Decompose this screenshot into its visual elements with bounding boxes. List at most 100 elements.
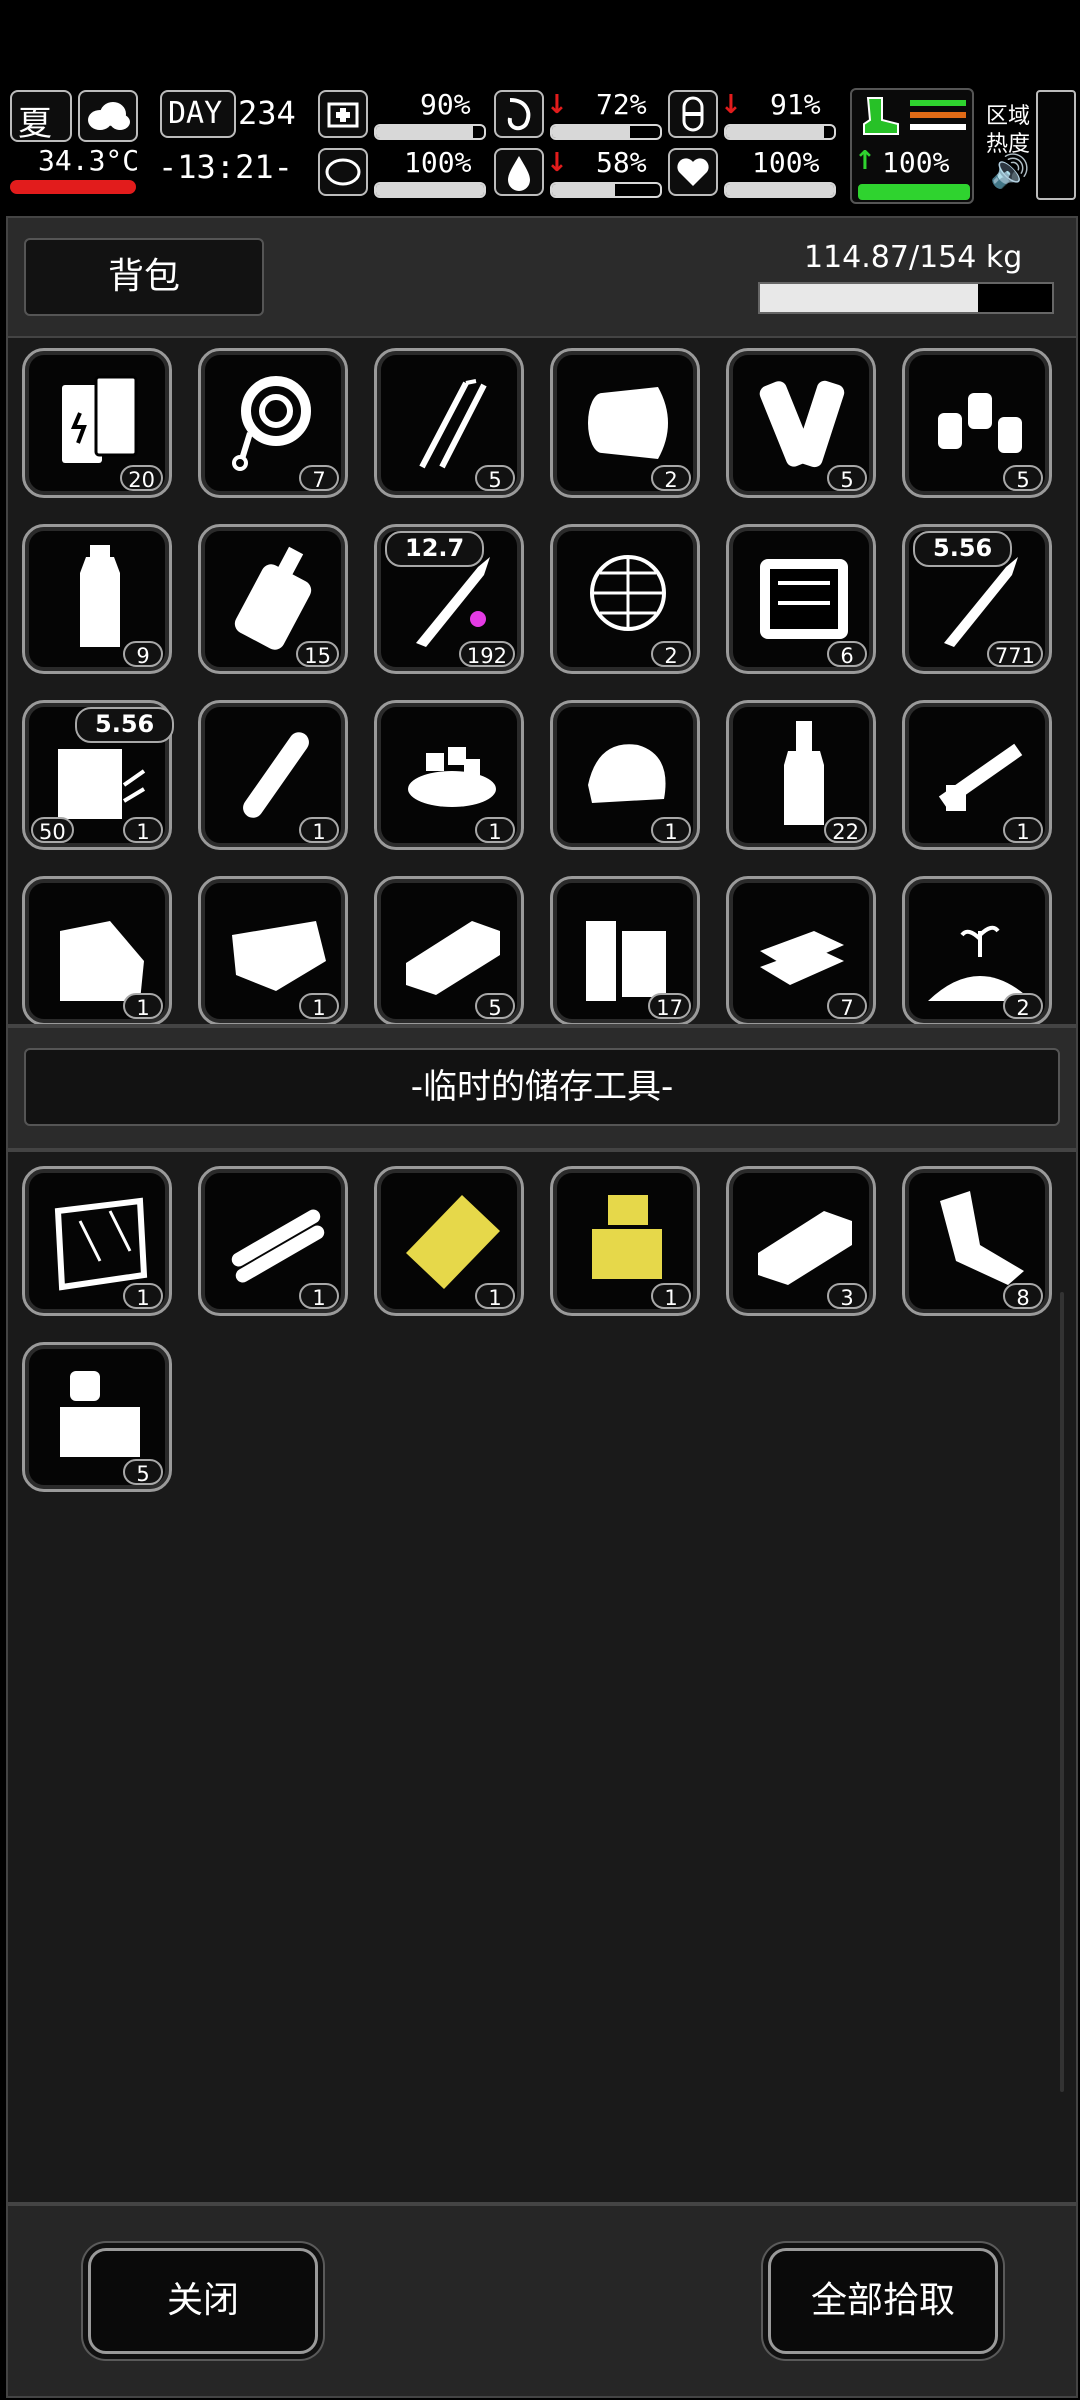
- item-slot[interactable]: 22: [726, 700, 876, 850]
- caliber-badge: 12.7: [385, 531, 485, 567]
- item-slot[interactable]: 2: [550, 348, 700, 498]
- speed-value: 100%: [882, 146, 950, 179]
- hunger-down-arrow-icon: ↓: [546, 90, 568, 120]
- item-slot[interactable]: 771 5.56: [902, 524, 1052, 674]
- health-value: 90%: [420, 88, 471, 121]
- item-slot[interactable]: 5: [22, 1342, 172, 1492]
- stamina-bar: [374, 182, 486, 198]
- mood-value: 100%: [752, 146, 820, 179]
- clock-time: -13:21-: [158, 148, 293, 186]
- item-quantity: 20: [120, 465, 163, 492]
- item-slot[interactable]: 5: [374, 876, 524, 1024]
- day-number: 234: [238, 94, 296, 132]
- item-slot[interactable]: 1: [374, 700, 524, 850]
- item-slot[interactable]: 1: [198, 1166, 348, 1316]
- item-quantity: 6: [827, 641, 867, 668]
- thirst-down-arrow-icon: ↓: [546, 148, 568, 178]
- day-label: DAY: [168, 96, 223, 131]
- item-slot[interactable]: 17: [550, 876, 700, 1024]
- item-quantity: 1: [299, 1283, 339, 1310]
- area-heat-meter: [1036, 90, 1076, 200]
- item-slot[interactable]: 9: [22, 524, 172, 674]
- item-quantity: 5: [827, 465, 867, 492]
- item-extra-count: 50: [31, 817, 74, 844]
- close-button[interactable]: 关闭: [88, 2248, 318, 2354]
- item-slot[interactable]: 5: [726, 348, 876, 498]
- item-slot[interactable]: 7: [198, 348, 348, 498]
- item-slot[interactable]: 1: [198, 700, 348, 850]
- item-quantity: 2: [651, 641, 691, 668]
- item-quantity: 9: [123, 641, 163, 668]
- thirst-bar: [550, 182, 662, 198]
- sleep-capsule-icon: [668, 90, 718, 138]
- storage-grid: 1 1 1 1 3 8 5: [8, 1152, 1076, 2202]
- scrollbar[interactable]: [1060, 1292, 1064, 2092]
- item-slot[interactable]: 1: [902, 700, 1052, 850]
- weight-bar: [758, 282, 1054, 314]
- brain-icon: [318, 148, 368, 196]
- item-slot[interactable]: 1: [198, 876, 348, 1024]
- item-slot[interactable]: 15: [198, 524, 348, 674]
- speaker-icon[interactable]: 🔊: [990, 152, 1030, 190]
- caliber-badge: 5.56: [75, 707, 175, 743]
- speed-bar: [858, 184, 970, 200]
- item-quantity: 1: [123, 817, 163, 844]
- item-quantity: 3: [827, 1283, 867, 1310]
- item-slot[interactable]: 192 12.7: [374, 524, 524, 674]
- heart-icon: [668, 148, 718, 196]
- item-quantity: 1: [299, 817, 339, 844]
- item-slot[interactable]: 8: [902, 1166, 1052, 1316]
- item-quantity: 2: [651, 465, 691, 492]
- item-slot[interactable]: 2: [902, 876, 1052, 1024]
- storage-header: -临时的储存工具-: [6, 1026, 1078, 1150]
- temperature-bar: [10, 180, 136, 194]
- item-quantity: 5: [475, 993, 515, 1020]
- item-quantity: 5: [475, 465, 515, 492]
- sleep-bar: [724, 124, 836, 140]
- speed-panel: ↑ 100%: [850, 88, 974, 204]
- sleep-value: 91%: [770, 88, 821, 121]
- water-drop-icon: [494, 148, 544, 196]
- item-quantity: 771: [986, 641, 1043, 668]
- backpack-title: 背包: [24, 238, 264, 316]
- item-quantity: 2: [1003, 993, 1043, 1020]
- item-quantity: 15: [296, 641, 339, 668]
- item-slot[interactable]: 1 5.56 50: [22, 700, 175, 850]
- backpack-panel: 背包 114.87/154 kg 20 7 5 2 5 5 9 15 192 12.7 2 6 771 5…: [6, 216, 1078, 1026]
- sleep-down-arrow-icon: ↓: [720, 90, 742, 120]
- item-quantity: 1: [1003, 817, 1043, 844]
- item-quantity: 1: [475, 817, 515, 844]
- storage-title: -临时的储存工具-: [24, 1048, 1060, 1126]
- thirst-value: 58%: [596, 146, 647, 179]
- backpack-weight: 114.87/154 kg: [804, 240, 1023, 275]
- item-slot[interactable]: 5: [374, 348, 524, 498]
- item-slot[interactable]: 6: [726, 524, 876, 674]
- backpack-grid: 20 7 5 2 5 5 9 15 192 12.7 2 6 771 5.56 1 5.56 50 1 1 1 22 1 1…: [8, 338, 1076, 1024]
- stamina-value: 100%: [404, 146, 472, 179]
- pickup-all-button[interactable]: 全部拾取: [768, 2248, 998, 2354]
- item-quantity: 22: [824, 817, 867, 844]
- item-quantity: 192: [458, 641, 515, 668]
- item-slot[interactable]: 1: [550, 700, 700, 850]
- item-slot[interactable]: 20: [22, 348, 172, 498]
- item-slot[interactable]: 7: [726, 876, 876, 1024]
- storage-panel: 1 1 1 1 3 8 5: [6, 1150, 1078, 2204]
- item-quantity: 5: [1003, 465, 1043, 492]
- item-quantity: 1: [123, 1283, 163, 1310]
- item-slot[interactable]: 1: [22, 1166, 172, 1316]
- item-slot[interactable]: 3: [726, 1166, 876, 1316]
- item-slot[interactable]: 2: [550, 524, 700, 674]
- item-slot[interactable]: 1: [374, 1166, 524, 1316]
- item-slot[interactable]: 1: [550, 1166, 700, 1316]
- season-badge: 夏: [10, 90, 72, 144]
- item-slot[interactable]: 5: [902, 348, 1052, 498]
- caliber-badge: 5.56: [913, 531, 1013, 567]
- mood-bar: [724, 182, 836, 198]
- item-quantity: 1: [651, 817, 691, 844]
- item-slot[interactable]: 1: [22, 876, 172, 1024]
- item-quantity: 7: [827, 993, 867, 1020]
- item-quantity: 1: [651, 1283, 691, 1310]
- item-quantity: 1: [123, 993, 163, 1020]
- temperature-readout: 34.3°C: [38, 144, 140, 177]
- backpack-header: 背包 114.87/154 kg: [8, 218, 1076, 338]
